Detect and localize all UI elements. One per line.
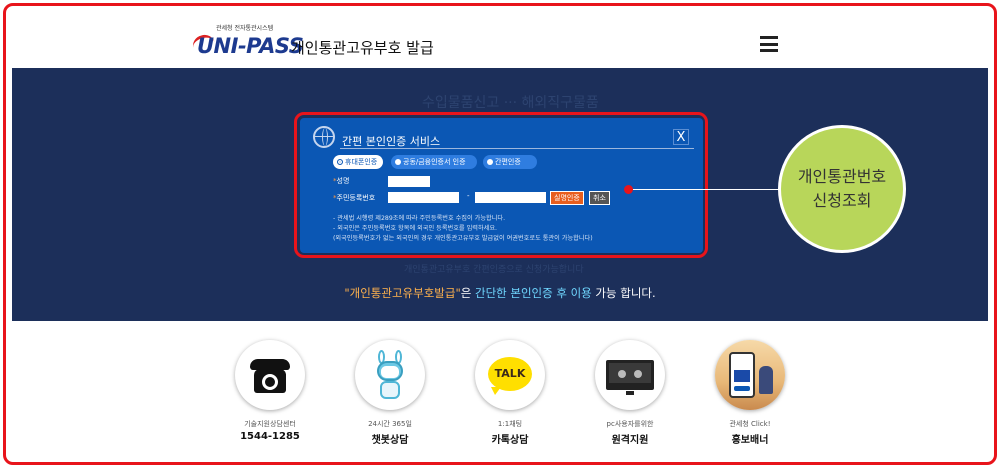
- service-chatbot[interactable]: 24시간 365일 챗봇상담: [345, 340, 435, 446]
- unipass-logo[interactable]: 관세청 전자통관시스템 UNI-PASS: [190, 25, 304, 58]
- callout-connector-line: [629, 189, 781, 190]
- service-caption: pc사용자를위한: [606, 420, 654, 428]
- tab-certificate-auth[interactable]: 공동/금융인증서 인증: [391, 155, 477, 169]
- service-title: 1544-1285: [240, 431, 300, 442]
- tab-label: 간편인증: [495, 158, 521, 166]
- logo-subtitle: 관세청 전자통관시스템: [216, 25, 274, 32]
- hero-background-text: 수입물품신고 ··· 해외직구물품: [422, 95, 599, 111]
- service-caption: 1:1채팅: [497, 420, 523, 428]
- service-title: 원격지원: [611, 435, 649, 446]
- service-promo-banner[interactable]: 관세청 Click! 홍보배너: [705, 340, 795, 446]
- hero-tagline: "개인통관고유부호발급"은 간단한 본인인증 후 이용 가능 합니다.: [12, 285, 988, 301]
- modal-title: 간편 본인인증 서비스: [342, 135, 441, 148]
- service-icon-circle: [355, 340, 425, 410]
- logo-text: UNI-PASS: [197, 34, 304, 58]
- tagline-text-end: 가능 합니다.: [591, 286, 656, 300]
- service-caption: 관세청 Click!: [729, 420, 771, 428]
- service-icon-circle: [715, 340, 785, 410]
- rrn-label: *주민등록번호: [333, 194, 376, 202]
- service-title: 챗봇상담: [371, 435, 409, 446]
- tab-label: 공동/금융인증서 인증: [403, 158, 466, 166]
- globe-icon: [313, 126, 335, 148]
- rrn-front-input[interactable]: [388, 192, 459, 203]
- name-input[interactable]: [388, 176, 430, 187]
- hamburger-menu-icon[interactable]: [760, 36, 778, 52]
- service-caption: 24시간 365일: [368, 420, 412, 428]
- verify-name-button[interactable]: 실명인증: [550, 191, 584, 205]
- radio-icon: [395, 159, 401, 165]
- callout-line-2: 신청조회: [812, 191, 872, 210]
- radio-icon: [487, 159, 493, 165]
- service-remote-support[interactable]: pc사용자를위한 원격지원: [585, 340, 675, 446]
- modal-divider: [340, 148, 694, 149]
- support-services: 기술지원상담센터 1544-1285 24시간 365일 챗봇상담 TALK 1…: [0, 340, 1000, 450]
- callout-bubble: 개인통관번호 신청조회: [778, 125, 906, 253]
- cancel-button[interactable]: 취소: [589, 191, 610, 205]
- rrn-separator: -: [467, 192, 470, 200]
- service-icon-circle: TALK: [475, 340, 545, 410]
- tab-simple-auth[interactable]: 간편인증: [483, 155, 537, 169]
- auth-modal: 간편 본인인증 서비스 X 휴대폰인증 공동/금융인증서 인증 간편인증 *성명…: [300, 118, 703, 253]
- page-title: 개인통관고유부호 발급: [291, 39, 434, 57]
- rrn-back-input[interactable]: [475, 192, 546, 203]
- callout-connector-dot: [624, 185, 633, 194]
- note-line: - 관세법 시행령 제289조에 따라 주민등록번호 수집이 가능합니다.: [333, 215, 506, 222]
- name-label: *성명: [333, 177, 350, 185]
- note-line: - 외국인은 주민등록번호 항목에 외국인 등록번호를 입력하세요.: [333, 225, 498, 232]
- tagline-highlight-auth: 간단한 본인인증 후 이용: [475, 286, 592, 300]
- service-caption: 기술지원상담센터: [244, 420, 296, 428]
- callout-line-1: 개인통관번호: [797, 167, 887, 186]
- service-title: 홍보배너: [731, 435, 769, 446]
- tab-label: 휴대폰인증: [345, 158, 378, 166]
- kakaotalk-icon: TALK: [488, 357, 532, 391]
- close-icon[interactable]: X: [673, 129, 689, 145]
- chatbot-icon: [375, 350, 405, 402]
- radio-selected-icon: [337, 159, 343, 165]
- remote-support-icon: [606, 360, 654, 390]
- promo-banner-icon: [715, 340, 785, 410]
- service-phone-support[interactable]: 기술지원상담센터 1544-1285: [225, 340, 315, 442]
- service-kakaotalk[interactable]: TALK 1:1채팅 카톡상담: [465, 340, 555, 446]
- hero-background-subtext: 개인통관고유부호 간편인증으로 신청가능합니다: [404, 265, 584, 275]
- service-icon-circle: [235, 340, 305, 410]
- auth-notes: - 관세법 시행령 제289조에 따라 주민등록번호 수집이 가능합니다. - …: [333, 214, 593, 244]
- service-title: 카톡상담: [491, 435, 529, 446]
- note-line: (외국인등록번호가 없는 외국인의 경우 개인통관고유부호 발급없이 여권번호로…: [333, 235, 593, 242]
- tagline-text: 은: [460, 286, 475, 300]
- header: 관세청 전자통관시스템 UNI-PASS 개인통관고유부호 발급: [12, 18, 988, 66]
- tab-mobile-auth[interactable]: 휴대폰인증: [333, 155, 383, 169]
- telephone-icon: [250, 357, 290, 395]
- service-icon-circle: [595, 340, 665, 410]
- tagline-highlight-service: "개인통관고유부호발급": [344, 286, 461, 300]
